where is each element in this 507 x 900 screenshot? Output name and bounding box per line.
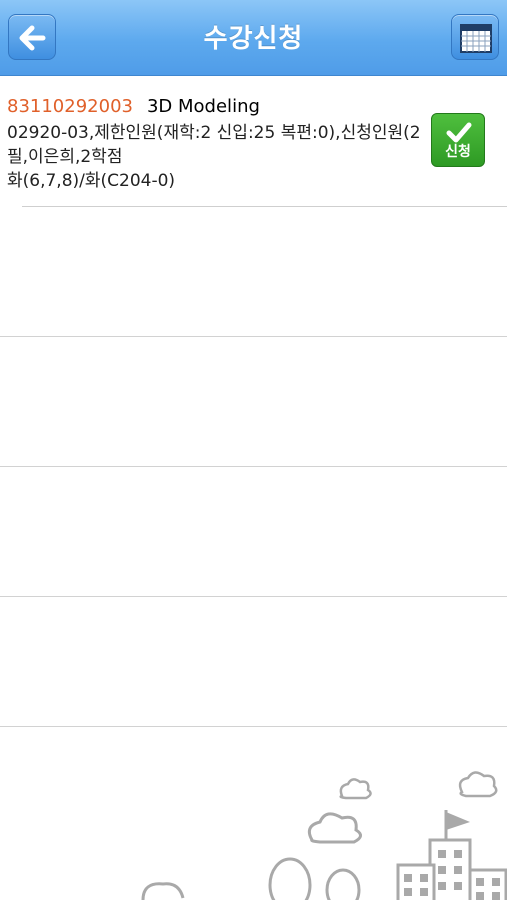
list-item xyxy=(0,467,507,597)
calendar-icon xyxy=(460,24,492,53)
divider xyxy=(22,206,507,207)
course-title: 83110292003 3D Modeling xyxy=(7,93,427,121)
course-name: 3D Modeling xyxy=(146,96,260,117)
course-detail: 02920-03,제한인원(재학:2 신입:25 복편:0),신청인원(2 xyxy=(7,123,421,143)
list-item xyxy=(0,207,507,337)
course-detail-2: 필,이은희,2학점 xyxy=(7,147,123,167)
list-item[interactable]: 83110292003 3D Modeling 02920-03,제한인원(재학:… xyxy=(0,77,507,207)
apply-label: 신청 xyxy=(445,144,471,160)
list-item xyxy=(0,337,507,467)
calendar-button[interactable] xyxy=(451,14,499,60)
apply-button[interactable]: 신청 xyxy=(431,113,485,167)
city-illustration xyxy=(141,771,507,900)
course-code: 83110292003 xyxy=(7,96,133,117)
course-list: 83110292003 3D Modeling 02920-03,제한인원(재학:… xyxy=(0,77,507,727)
list-item xyxy=(0,597,507,727)
nav-bar: 수강신청 xyxy=(0,0,507,76)
page-title: 수강신청 xyxy=(203,24,304,54)
course-schedule: 화(6,7,8)/화(C204-0) xyxy=(7,171,176,191)
